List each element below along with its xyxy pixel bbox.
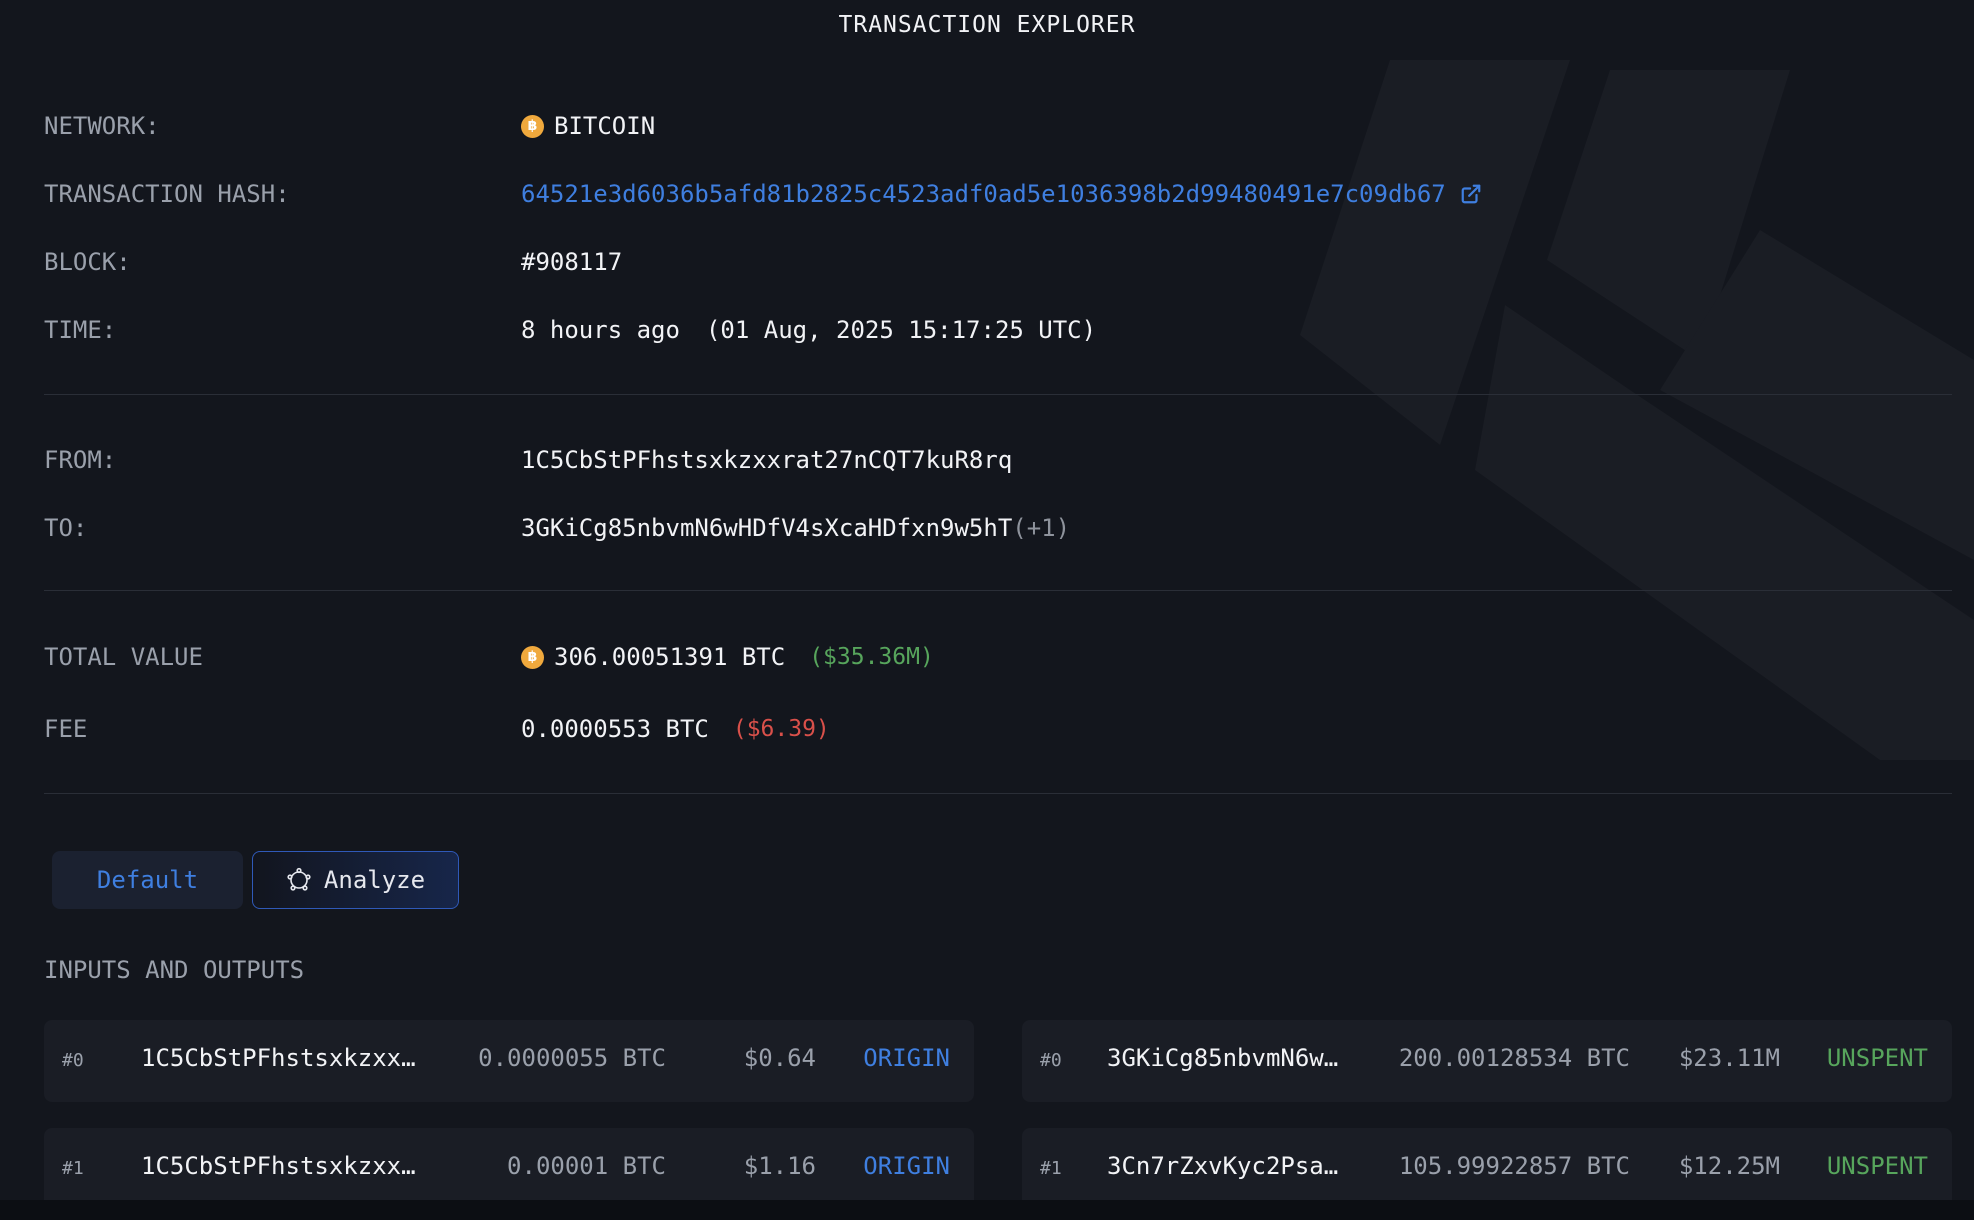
from-row: FROM: 1C5CbStPFhstsxkzxxrat27nCQT7kuR8rq [44, 440, 1952, 480]
divider [44, 394, 1952, 395]
block-label: BLOCK: [44, 248, 131, 276]
input-row[interactable]: #0 1C5CbStPFhstsxkzxx… 0.0000055 BTC $0.… [44, 1020, 974, 1102]
time-relative: 8 hours ago [521, 316, 680, 344]
bottom-edge [0, 1200, 1974, 1220]
row-index: #1 [62, 1158, 84, 1179]
output-address[interactable]: 3GKiCg85nbvmN6w… [1107, 1044, 1338, 1072]
input-amount: 0.0000055 BTC [478, 1044, 666, 1072]
fee-btc: 0.0000553 BTC [521, 715, 709, 743]
default-view-button[interactable]: Default [52, 851, 243, 909]
analyze-label: Analyze [323, 866, 426, 894]
from-label: FROM: [44, 446, 117, 474]
to-row: TO: 3GKiCg85nbvmN6wHDfV4sXcaHDfxn9w5hT (… [44, 508, 1952, 548]
bitcoin-icon: ฿ [521, 645, 544, 669]
input-usd: $1.16 [743, 1152, 816, 1180]
fee-label: FEE [44, 715, 88, 743]
fee-row: FEE 0.0000553 BTC ($6.39) [44, 709, 1952, 749]
output-row[interactable]: #1 3Cn7rZxvKyc2Psa… 105.99922857 BTC $12… [1022, 1128, 1952, 1210]
row-index: #0 [1040, 1050, 1062, 1071]
network-label: NETWORK: [44, 112, 160, 140]
total-value-usd: ($35.36M) [809, 644, 934, 670]
to-label: TO: [44, 514, 88, 542]
input-status[interactable]: ORIGIN [863, 1044, 950, 1072]
total-value-label: TOTAL VALUE [44, 643, 203, 671]
input-amount: 0.00001 BTC [507, 1152, 666, 1180]
analyze-view-button[interactable]: Analyze [252, 851, 459, 909]
to-extra-count[interactable]: (+1) [1012, 514, 1070, 542]
input-address[interactable]: 1C5CbStPFhstsxkzxx… [141, 1044, 416, 1072]
block-row: BLOCK: #908117 [44, 242, 1952, 282]
output-usd: $12.25M [1678, 1152, 1780, 1180]
output-status: UNSPENT [1826, 1044, 1928, 1072]
network-row: NETWORK: ฿ BITCOIN [44, 106, 1952, 146]
transaction-hash-link[interactable]: 64521e3d6036b5afd81b2825c4523adf0ad5e103… [521, 180, 1446, 208]
brain-icon [287, 867, 311, 891]
output-status: UNSPENT [1826, 1152, 1928, 1180]
time-absolute: (01 Aug, 2025 15:17:25 UTC) [705, 316, 1097, 344]
row-index: #1 [1040, 1158, 1062, 1179]
output-row[interactable]: #0 3GKiCg85nbvmN6w… 200.00128534 BTC $23… [1022, 1020, 1952, 1102]
input-status[interactable]: ORIGIN [863, 1152, 950, 1180]
total-value-row: TOTAL VALUE ฿ 306.00051391 BTC ($35.36M) [44, 637, 1952, 677]
input-usd: $0.64 [743, 1044, 816, 1072]
input-row[interactable]: #1 1C5CbStPFhstsxkzxx… 0.00001 BTC $1.16… [44, 1128, 974, 1210]
total-value-btc: 306.00051391 BTC [554, 643, 786, 671]
external-link-icon[interactable] [1460, 183, 1482, 205]
input-address[interactable]: 1C5CbStPFhstsxkzxx… [141, 1152, 416, 1180]
fee-usd: ($6.39) [732, 716, 830, 742]
inputs-outputs-title: INPUTS AND OUTPUTS [44, 956, 305, 984]
from-address[interactable]: 1C5CbStPFhstsxkzxxrat27nCQT7kuR8rq [521, 446, 1012, 474]
hash-row: TRANSACTION HASH: 64521e3d6036b5afd81b28… [44, 174, 1952, 214]
network-value: BITCOIN [554, 112, 656, 140]
output-usd: $23.11M [1678, 1044, 1780, 1072]
to-address[interactable]: 3GKiCg85nbvmN6wHDfV4sXcaHDfxn9w5hT [521, 514, 1012, 542]
time-row: TIME: 8 hours ago (01 Aug, 2025 15:17:25… [44, 310, 1952, 350]
divider [44, 793, 1952, 794]
output-address[interactable]: 3Cn7rZxvKyc2Psa… [1107, 1152, 1338, 1180]
output-amount: 105.99922857 BTC [1398, 1152, 1630, 1180]
block-value: #908117 [521, 248, 623, 276]
bitcoin-icon: ฿ [521, 114, 544, 138]
divider [44, 590, 1952, 591]
hash-label: TRANSACTION HASH: [44, 180, 290, 208]
time-label: TIME: [44, 316, 117, 344]
row-index: #0 [62, 1050, 84, 1071]
output-amount: 200.00128534 BTC [1398, 1044, 1630, 1072]
page-title: TRANSACTION EXPLORER [838, 12, 1136, 38]
